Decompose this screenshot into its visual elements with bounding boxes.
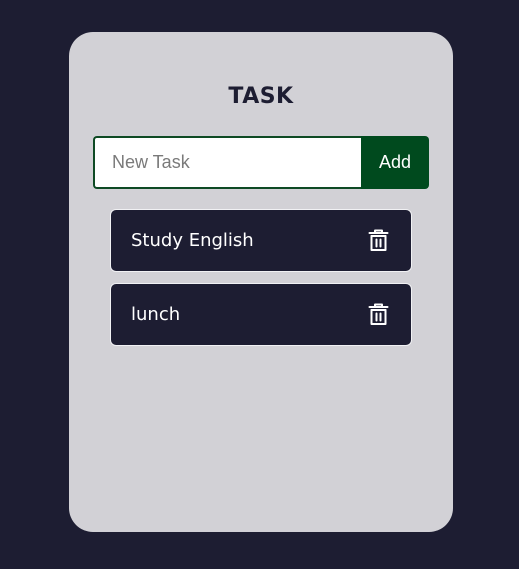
trash-icon	[368, 303, 388, 325]
task-item: lunch	[110, 283, 412, 346]
task-list: Study English lunch	[110, 209, 412, 357]
new-task-input[interactable]	[93, 136, 361, 189]
trash-icon	[368, 229, 388, 251]
todo-card: TASK Add Study English lunch	[69, 32, 453, 532]
task-item: Study English	[110, 209, 412, 272]
task-text: Study English	[131, 230, 254, 251]
delete-task-button[interactable]	[366, 302, 390, 328]
task-text: lunch	[131, 304, 181, 325]
page-title: TASK	[228, 84, 294, 109]
delete-task-button[interactable]	[366, 228, 390, 254]
add-task-button[interactable]: Add	[361, 136, 429, 189]
new-task-form: Add	[93, 136, 429, 189]
